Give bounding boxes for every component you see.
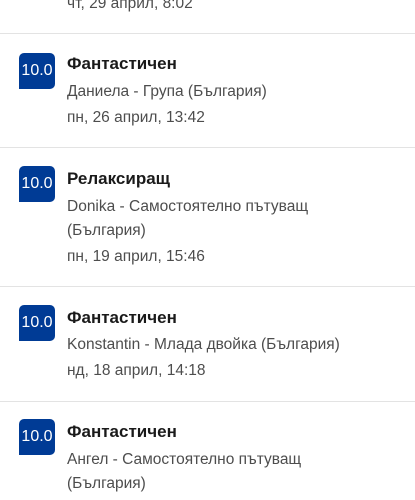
reviewer-info: Ангел - Самостоятелно пътуващ (67, 451, 302, 468)
review-date: нд, 18 април, 14:18 (67, 362, 206, 379)
review-item[interactable]: 10.0 Релаксиращ Donika - Самостоятелно п… (0, 148, 415, 286)
review-date: пн, 19 април, 15:46 (67, 248, 205, 265)
score-badge: 10.0 (19, 53, 55, 89)
reviewer-info-line2: (България) (67, 222, 146, 239)
review-item[interactable]: 10.0 Фантастичен Konstantin - Млада двой… (0, 287, 415, 401)
review-item[interactable]: 10.0 Фантастичен Ангел - Самостоятелно п… (0, 402, 415, 500)
score-badge: 10.0 (19, 166, 55, 202)
review-title: Фантастичен (67, 308, 177, 327)
score-badge: 10.0 (19, 419, 55, 455)
review-date: чт, 29 април, 8:02 (67, 0, 193, 12)
reviewer-info: Konstantin - Млада двойка (България) (67, 336, 340, 353)
review-item[interactable]: 10.0 Фантастичен Даниела - Група (Българ… (0, 34, 415, 147)
review-title: Релаксиращ (67, 169, 170, 188)
reviewer-info-line2: (България) (67, 475, 146, 492)
score-badge: 10.0 (19, 305, 55, 341)
review-item[interactable]: чт, 29 април, 8:02 (0, 0, 415, 33)
review-title: Фантастичен (67, 422, 177, 441)
review-title: Фантастичен (67, 54, 177, 73)
reviewer-info: Даниела - Група (България) (67, 83, 267, 100)
reviewer-info: Donika - Самостоятелно пътуващ (67, 198, 309, 215)
review-date: пн, 26 април, 13:42 (67, 109, 205, 126)
